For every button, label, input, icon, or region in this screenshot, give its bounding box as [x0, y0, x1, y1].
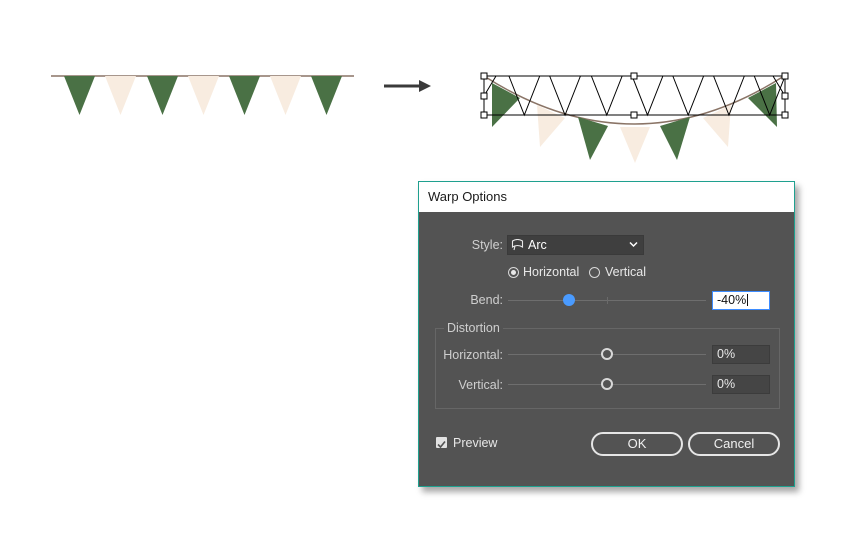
bend-value-input[interactable]: -40% — [712, 291, 770, 310]
selection-handle[interactable] — [480, 111, 488, 119]
selection-wireframe — [483, 75, 786, 117]
selection-handle[interactable] — [781, 111, 789, 119]
arc-warp-icon — [511, 239, 524, 251]
bunting-flag — [188, 76, 219, 115]
selection-handle[interactable] — [781, 72, 789, 80]
ok-button[interactable]: OK — [591, 432, 683, 456]
bend-label: Bend: — [470, 293, 503, 307]
distortion-vertical-thumb[interactable] — [601, 378, 613, 390]
bunting-flag — [311, 76, 342, 115]
vertical-radio-label: Vertical — [605, 265, 646, 279]
style-value: Arc — [528, 238, 547, 252]
selection-handle[interactable] — [781, 92, 789, 100]
bend-slider-thumb[interactable] — [563, 294, 575, 306]
selection-handle[interactable] — [480, 92, 488, 100]
selection-handle[interactable] — [480, 72, 488, 80]
text-caret — [747, 294, 749, 306]
bunting-flag — [229, 76, 260, 115]
bend-slider-center-tick — [607, 297, 608, 304]
bunting-flag — [270, 76, 301, 115]
horizontal-radio[interactable] — [508, 267, 519, 278]
distortion-group — [435, 328, 780, 409]
bunting-flag — [537, 105, 565, 147]
bend-value-text: -40% — [717, 293, 747, 307]
preview-label: Preview — [453, 436, 498, 450]
bunting-illustration — [51, 72, 789, 163]
bunting-flag — [620, 127, 650, 163]
distortion-horizontal-thumb[interactable] — [601, 348, 613, 360]
bunting-flag — [105, 76, 136, 115]
dialog-title: Warp Options — [419, 182, 794, 212]
bunting-flag — [578, 117, 608, 160]
distortion-horizontal-input[interactable]: 0% — [712, 345, 770, 364]
bunting-flag — [660, 117, 690, 160]
style-dropdown[interactable]: Arc — [507, 235, 644, 255]
horizontal-radio-label: Horizontal — [523, 265, 580, 279]
radio-selected-dot — [511, 270, 516, 275]
warp-options-dialog: Warp Options Style: Arc Horizontal Verti… — [418, 181, 795, 487]
preview-checkbox[interactable] — [436, 437, 447, 449]
bunting-flag — [147, 76, 178, 115]
selection-handle[interactable] — [630, 111, 638, 119]
style-label: Style: — [471, 238, 503, 252]
bunting-flag — [64, 76, 95, 115]
distortion-group-title: Distortion — [444, 321, 503, 335]
cancel-button[interactable]: Cancel — [688, 432, 780, 456]
vertical-radio[interactable] — [589, 267, 600, 278]
checkmark-icon — [437, 440, 446, 449]
distortion-vertical-input[interactable]: 0% — [712, 375, 770, 394]
selection-handle[interactable] — [630, 72, 638, 80]
distortion-vertical-label: Vertical: — [458, 378, 503, 392]
bunting-flag — [703, 105, 731, 147]
original-bunting-banner — [51, 75, 354, 115]
distortion-horizontal-label: Horizontal: — [443, 348, 503, 362]
right-arrow-icon — [384, 80, 431, 92]
selection-outline[interactable] — [480, 72, 789, 119]
chevron-down-icon — [629, 241, 638, 248]
